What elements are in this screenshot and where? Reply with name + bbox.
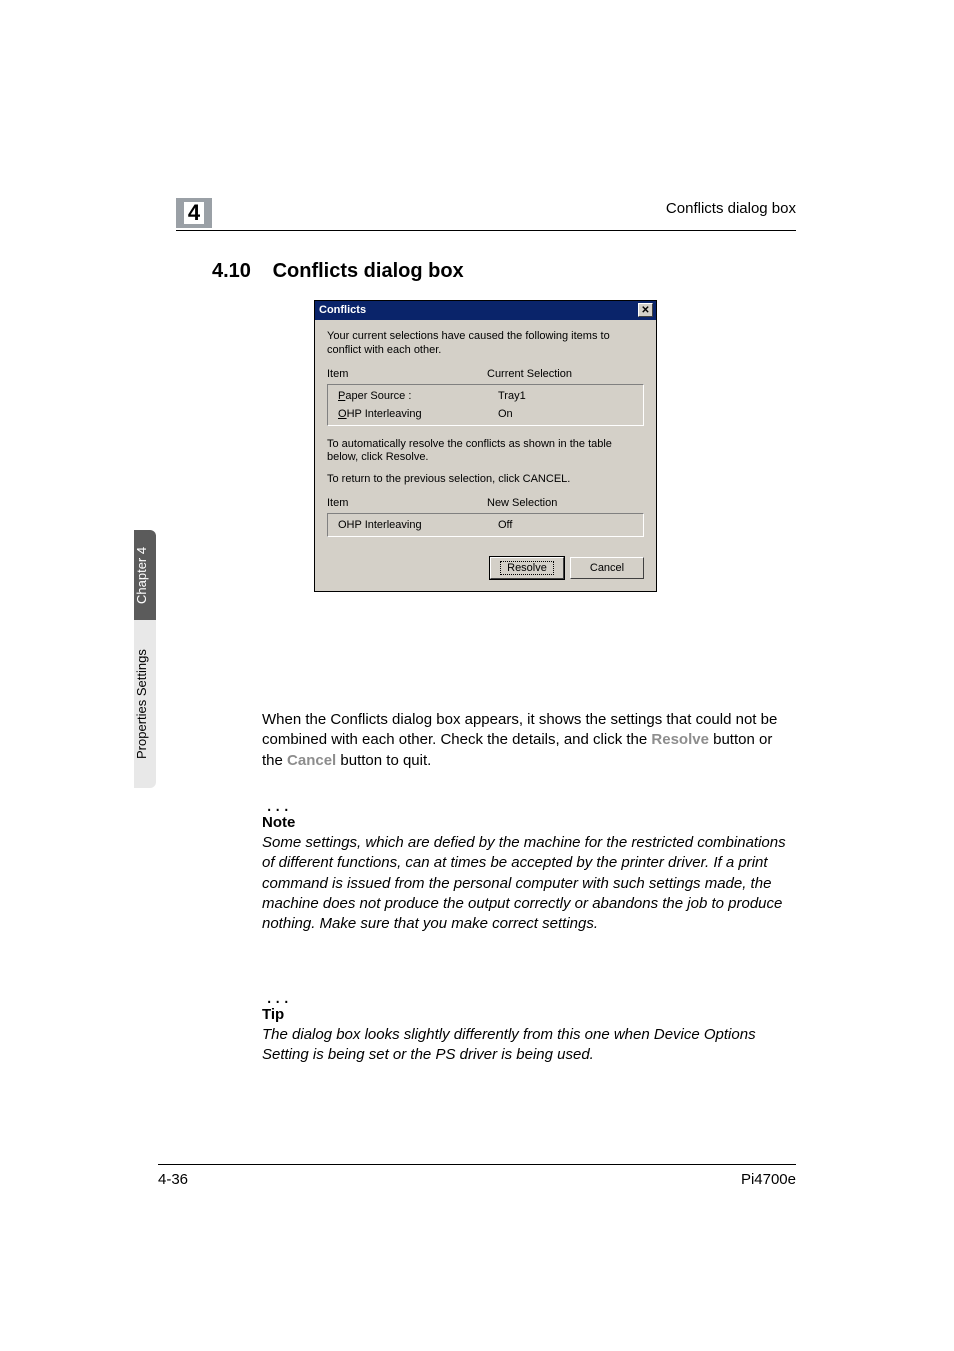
item-cell: Paper Source : xyxy=(338,390,498,402)
tip-label: Tip xyxy=(262,1006,796,1023)
dialog-intro: Your current selections have caused the … xyxy=(327,330,644,358)
new-selection-table: Item New Selection OHP Interleaving Off xyxy=(327,495,644,537)
dialog-instruction-2: To return to the previous selection, cli… xyxy=(327,473,644,487)
value-cell: Tray1 xyxy=(498,390,643,402)
close-icon: ✕ xyxy=(641,305,649,316)
dialog-title: Conflicts xyxy=(319,304,366,316)
page-footer: 4-36 Pi4700e xyxy=(158,1164,796,1188)
section-title: Conflicts dialog box xyxy=(273,260,464,282)
running-head: Conflicts dialog box xyxy=(666,200,796,217)
page-number: 4-36 xyxy=(158,1171,188,1188)
dialog-button-row: Resolve Cancel xyxy=(327,557,644,579)
dialog-body: Your current selections have caused the … xyxy=(315,320,656,591)
table-row: Paper Source : Tray1 xyxy=(328,387,643,405)
tip-icon: ... xyxy=(262,982,290,1004)
dialog-instruction-1: To automatically resolve the conflicts a… xyxy=(327,438,644,466)
table-row: OHP Interleaving On xyxy=(328,405,643,423)
section-heading: 4.10 Conflicts dialog box xyxy=(212,260,464,283)
side-tab-chapter: Chapter 4 xyxy=(134,530,156,620)
body-paragraph: When the Conflicts dialog box appears, i… xyxy=(262,710,796,771)
section-number: 4.10 xyxy=(212,260,267,283)
col-item-header: Item xyxy=(327,497,487,509)
current-selection-table: Item Current Selection Paper Source : Tr… xyxy=(327,366,644,426)
conflicts-dialog: Conflicts ✕ Your current selections have… xyxy=(314,300,657,592)
col-new-header: New Selection xyxy=(487,497,644,509)
chapter-number: 4 xyxy=(184,202,204,224)
item-cell: OHP Interleaving xyxy=(338,519,498,531)
dialog-titlebar: Conflicts ✕ xyxy=(315,301,656,320)
item-cell: OHP Interleaving xyxy=(338,408,498,420)
chapter-badge: 4 xyxy=(176,198,212,228)
note-icon: ... xyxy=(262,790,290,812)
value-cell: On xyxy=(498,408,643,420)
col-current-header: Current Selection xyxy=(487,368,644,380)
cancel-button[interactable]: Cancel xyxy=(570,557,644,579)
tip-text: The dialog box looks slightly differentl… xyxy=(262,1025,796,1066)
value-cell: Off xyxy=(498,519,643,531)
close-button[interactable]: ✕ xyxy=(638,303,653,317)
header-rule xyxy=(176,230,796,231)
side-tab-section: Properties Settings xyxy=(134,620,156,788)
table-row: OHP Interleaving Off xyxy=(328,516,643,534)
resolve-button[interactable]: Resolve xyxy=(490,557,564,579)
tip-block: ... Tip The dialog box looks slightly di… xyxy=(262,982,796,1066)
note-block: ... Note Some settings, which are defied… xyxy=(262,790,796,934)
product-name: Pi4700e xyxy=(741,1171,796,1188)
col-item-header: Item xyxy=(327,368,487,380)
note-label: Note xyxy=(262,814,796,831)
side-tab: Chapter 4 Properties Settings xyxy=(134,530,156,788)
note-text: Some settings, which are defied by the m… xyxy=(262,833,796,934)
